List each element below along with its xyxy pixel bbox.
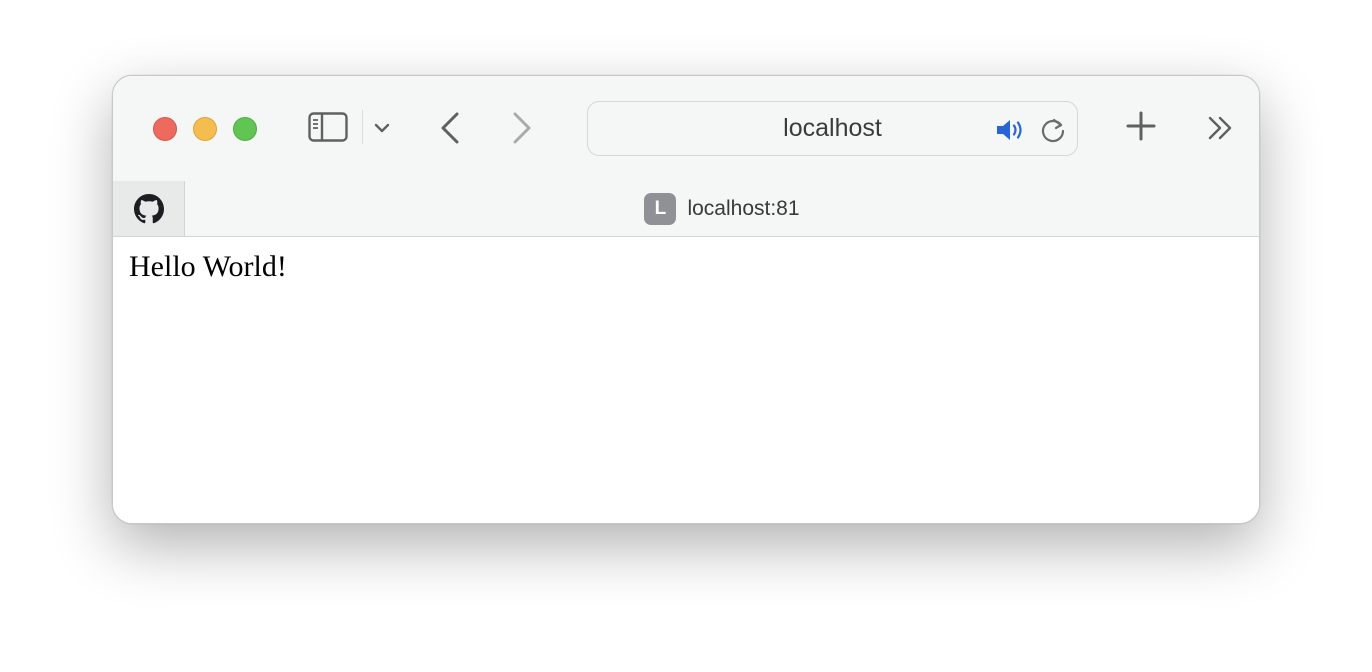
- maximize-window-button[interactable]: [233, 117, 257, 141]
- browser-window: localhost L localhost:81 Hello World!: [112, 75, 1260, 524]
- mute-tab-button[interactable]: [993, 115, 1029, 145]
- address-bar[interactable]: localhost: [587, 101, 1078, 156]
- new-tab-button[interactable]: [1123, 108, 1159, 144]
- plus-icon: [1126, 111, 1156, 141]
- chevron-down-icon: [374, 123, 390, 133]
- active-tab[interactable]: L localhost:81: [185, 181, 1259, 236]
- forward-button[interactable]: [503, 109, 541, 147]
- tab-bar: L localhost:81: [113, 181, 1259, 237]
- page-content: Hello World!: [113, 237, 1259, 523]
- browser-toolbar: localhost: [113, 76, 1259, 181]
- tab-title: localhost:81: [687, 196, 800, 220]
- more-tabs-button[interactable]: [1203, 112, 1239, 144]
- minimize-window-button[interactable]: [193, 117, 217, 141]
- reload-icon: [1041, 118, 1065, 143]
- tab-group-menu-button[interactable]: [369, 116, 395, 140]
- github-icon: [133, 193, 164, 223]
- back-button[interactable]: [431, 109, 469, 147]
- double-chevron-right-icon: [1208, 116, 1232, 140]
- pinned-tab-github[interactable]: [113, 181, 185, 236]
- speaker-icon: [997, 120, 1022, 140]
- close-window-button[interactable]: [153, 117, 177, 141]
- tab-favicon: L: [644, 192, 677, 225]
- back-arrow-icon: [441, 112, 459, 144]
- sidebar-icon: [308, 112, 348, 142]
- sidebar-toggle-button[interactable]: [305, 109, 351, 145]
- forward-arrow-icon: [513, 112, 531, 144]
- page-body-text: Hello World!: [129, 250, 287, 283]
- toolbar-divider: [362, 110, 363, 144]
- reload-button[interactable]: [1037, 114, 1069, 146]
